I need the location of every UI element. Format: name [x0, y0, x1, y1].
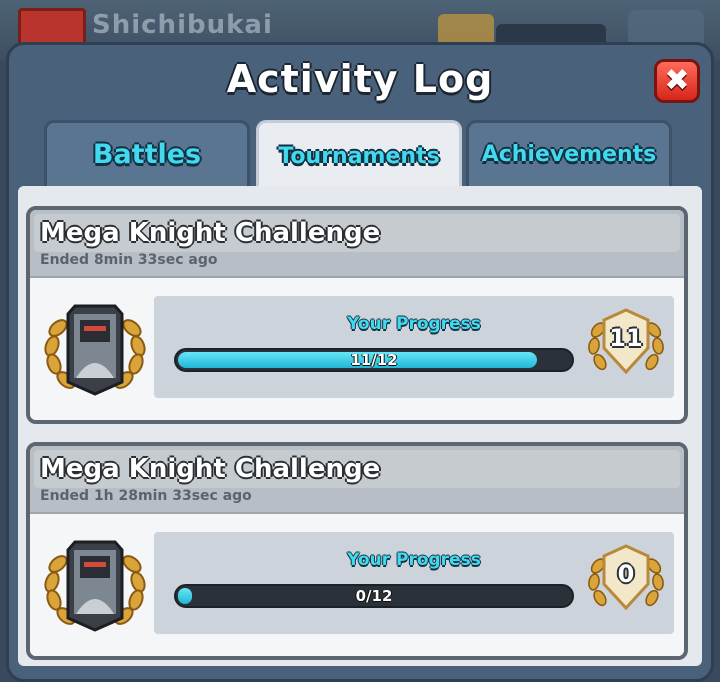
card-body: Your Progress 11/12 11: [30, 278, 684, 420]
progress-bar: 11/12: [174, 348, 574, 372]
tab-battles-label: Battles: [92, 139, 202, 170]
tab-achievements[interactable]: Achievements: [466, 120, 672, 186]
tournament-name: Mega Knight Challenge: [40, 454, 381, 484]
progress-text: 11/12: [350, 351, 398, 369]
tournament-card[interactable]: Mega Knight Challenge Ended 8min 33sec a…: [26, 206, 688, 424]
progress-text: 0/12: [355, 587, 393, 605]
close-button[interactable]: ✖: [654, 59, 700, 103]
tournament-ended-time: Ended 1h 28min 33sec ago: [40, 488, 252, 504]
card-header: Mega Knight Challenge Ended 8min 33sec a…: [30, 210, 684, 278]
player-name: Shichibukai: [92, 10, 273, 40]
mega-knight-card-icon: [44, 540, 146, 632]
gold-laurel-badge-icon: 0: [586, 538, 666, 618]
tab-battles[interactable]: Battles: [44, 120, 250, 186]
close-icon: ✖: [664, 63, 690, 98]
tournament-ended-time: Ended 8min 33sec ago: [40, 252, 218, 268]
progress-bar: 0/12: [174, 584, 574, 608]
dialog-title: Activity Log: [226, 57, 494, 101]
tab-tournaments-label: Tournaments: [278, 144, 440, 169]
tournament-name: Mega Knight Challenge: [40, 218, 381, 248]
card-header: Mega Knight Challenge Ended 1h 28min 33s…: [30, 446, 684, 514]
wins-count: 11: [609, 324, 643, 352]
wins-count: 0: [617, 560, 635, 588]
tab-tournaments[interactable]: Tournaments: [256, 120, 462, 190]
card-body: Your Progress 0/12 0: [30, 514, 684, 656]
tournament-card[interactable]: Mega Knight Challenge Ended 1h 28min 33s…: [26, 442, 688, 660]
tab-achievements-label: Achievements: [481, 142, 657, 167]
gold-laurel-badge-icon: 11: [586, 302, 666, 382]
mega-knight-card-icon: [44, 304, 146, 396]
